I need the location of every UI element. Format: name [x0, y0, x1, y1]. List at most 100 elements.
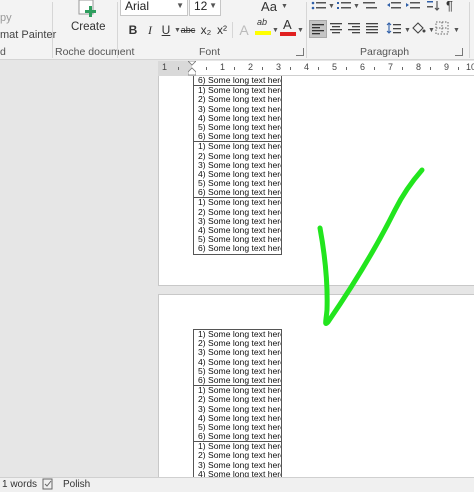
table-cell[interactable]: 2) Some long text here: [194, 95, 281, 104]
table-cell[interactable]: 5) Some long text here: [194, 123, 281, 132]
ruler-number: 7: [388, 62, 394, 72]
table-cell[interactable]: 3) Some long text here: [194, 105, 281, 114]
table-cell[interactable]: 4) Some long text here: [194, 358, 281, 367]
format-painter-button[interactable]: mat Painter: [0, 29, 56, 41]
table-cell[interactable]: 1) Some long text here: [194, 142, 281, 151]
table-cell[interactable]: 6) Some long text here: [194, 188, 281, 197]
copy-button[interactable]: py: [0, 12, 12, 24]
table-cell[interactable]: 1) Some long text here: [194, 442, 281, 451]
font-size-combo[interactable]: 12 ▼: [189, 0, 221, 16]
underline-label: U: [161, 23, 171, 37]
highlight-button[interactable]: ab: [255, 17, 271, 37]
underline-button[interactable]: U: [157, 21, 175, 39]
word-count[interactable]: 1 words: [2, 479, 37, 490]
justify-button[interactable]: [364, 20, 382, 38]
table-cell[interactable]: 4) Some long text here: [194, 114, 281, 123]
font-group-label: Font: [199, 46, 221, 58]
text-effects-button[interactable]: A: [235, 21, 253, 39]
ruler-tick: [234, 67, 235, 70]
table-cell[interactable]: 1) Some long text here: [194, 86, 281, 95]
create-button[interactable]: Create: [66, 0, 108, 40]
table-cell[interactable]: 4) Some long text here: [194, 226, 281, 235]
ruler-number: 8: [416, 62, 422, 72]
font-color-button[interactable]: A: [280, 18, 296, 38]
table-cell[interactable]: 6) Some long text here: [194, 76, 281, 85]
line-spacing-button[interactable]: [386, 20, 404, 38]
strikethrough-button[interactable]: abc: [178, 21, 198, 39]
change-case-button[interactable]: Aa: [258, 0, 280, 15]
highlight-label: ab: [257, 17, 268, 27]
table-cell[interactable]: 4) Some long text here: [194, 414, 281, 423]
table-cell[interactable]: 2) Some long text here: [194, 152, 281, 161]
font-color-icon: A: [280, 18, 296, 38]
ruler-number: 9: [444, 62, 450, 72]
numbering-button[interactable]: [336, 0, 352, 12]
table-cell[interactable]: 4) Some long text here: [194, 170, 281, 179]
table-cell[interactable]: 5) Some long text here: [194, 235, 281, 244]
indent-marker-icon: [187, 60, 197, 76]
pilcrow-icon: ¶: [446, 0, 453, 13]
table-cell[interactable]: 3) Some long text here: [194, 348, 281, 357]
align-right-button[interactable]: [346, 20, 364, 38]
ruler-tick: [458, 67, 459, 70]
table-cell[interactable]: 4) Some long text here: [194, 470, 281, 477]
table-cell[interactable]: 3) Some long text here: [194, 405, 281, 414]
font-name-combo[interactable]: Arial ▼: [120, 0, 188, 16]
table-cell[interactable]: 3) Some long text here: [194, 461, 281, 470]
chevron-down-icon: ▼: [297, 27, 304, 34]
align-center-button[interactable]: [328, 20, 346, 38]
table-cell[interactable]: 6) Some long text here: [194, 244, 281, 253]
table-cell[interactable]: 5) Some long text here: [194, 179, 281, 188]
borders-button[interactable]: [434, 20, 452, 38]
justify-icon: [366, 23, 378, 34]
ruler-tick: [178, 67, 179, 70]
ruler-number: 1: [220, 62, 226, 72]
text-table[interactable]: 6) Some long text here 1) Some long text …: [193, 76, 282, 255]
show-marks-button[interactable]: ¶: [446, 0, 460, 13]
separator: [232, 22, 233, 38]
multilevel-list-icon: [363, 2, 377, 9]
decrease-indent-button[interactable]: [386, 0, 402, 12]
superscript-label: x²: [217, 23, 227, 37]
table-cell[interactable]: 1) Some long text here: [194, 330, 281, 339]
separator: [52, 2, 53, 58]
ruler-indent-marker[interactable]: [187, 60, 197, 76]
table-cell[interactable]: 5) Some long text here: [194, 423, 281, 432]
paragraph-dialog-launcher[interactable]: [455, 48, 463, 56]
table-cell[interactable]: 3) Some long text here: [194, 161, 281, 170]
proofing-icon[interactable]: [42, 478, 54, 490]
shading-button[interactable]: [410, 20, 428, 38]
align-left-button[interactable]: [309, 20, 327, 38]
status-bar: 1 words Polish: [0, 477, 474, 492]
superscript-button[interactable]: x²: [213, 21, 231, 39]
ruler-tick: [290, 67, 291, 70]
table-cell[interactable]: 3) Some long text here: [194, 217, 281, 226]
table-cell[interactable]: 2) Some long text here: [194, 451, 281, 460]
create-label: Create: [71, 21, 106, 33]
font-dialog-launcher[interactable]: [296, 48, 304, 56]
table-cell[interactable]: 6) Some long text here: [194, 432, 281, 441]
table-cell[interactable]: 2) Some long text here: [194, 339, 281, 348]
table-cell[interactable]: 1) Some long text here: [194, 198, 281, 207]
text-table[interactable]: 1) Some long text here 2) Some long text …: [193, 329, 282, 477]
table-cell[interactable]: 5) Some long text here: [194, 367, 281, 376]
bullets-button[interactable]: [311, 0, 327, 12]
ruler-tick: [430, 67, 431, 70]
multilevel-list-button[interactable]: [362, 0, 378, 12]
increase-indent-button[interactable]: [405, 0, 421, 12]
paint-bucket-icon: [412, 22, 426, 34]
chevron-down-icon: ▼: [176, 1, 184, 10]
bold-button[interactable]: B: [124, 21, 142, 39]
language-indicator[interactable]: Polish: [63, 479, 90, 490]
horizontal-ruler[interactable]: 1 1 2 3 4 5 6 7 8 9 10: [158, 60, 474, 76]
table-cell[interactable]: 2) Some long text here: [194, 395, 281, 404]
sort-icon: [427, 1, 440, 11]
clipboard-group-label: d: [0, 46, 6, 58]
table-cell[interactable]: 1) Some long text here: [194, 386, 281, 395]
bullets-icon: [311, 1, 326, 10]
table-cell[interactable]: 6) Some long text here: [194, 376, 281, 385]
line-spacing-icon: [386, 22, 401, 34]
sort-button[interactable]: [426, 0, 440, 12]
table-cell[interactable]: 2) Some long text here: [194, 208, 281, 217]
table-cell[interactable]: 6) Some long text here: [194, 132, 281, 141]
